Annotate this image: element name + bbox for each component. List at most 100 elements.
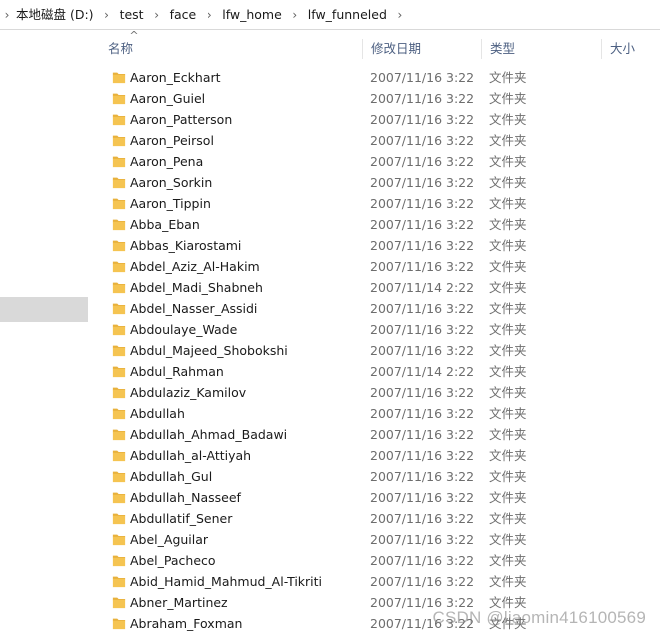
file-type: 文件夹 bbox=[489, 469, 527, 484]
file-type: 文件夹 bbox=[489, 133, 527, 148]
file-type: 文件夹 bbox=[489, 532, 527, 547]
file-row[interactable]: Abdullah_Nasseef 2007/11/16 3:22 文件夹 bbox=[100, 487, 660, 508]
file-name: Abdulaziz_Kamilov bbox=[130, 385, 247, 400]
watermark: CSDN @liaomin416100569 bbox=[432, 608, 646, 627]
file-type: 文件夹 bbox=[489, 448, 527, 463]
file-date-modified: 2007/11/16 3:22 bbox=[370, 217, 475, 232]
file-row[interactable]: Abdul_Majeed_Shobokshi 2007/11/16 3:22 文件夹 bbox=[100, 340, 660, 361]
file-row[interactable]: Abdullah_Gul 2007/11/16 3:22 文件夹 bbox=[100, 466, 660, 487]
file-row[interactable]: Aaron_Guiel 2007/11/16 3:22 文件夹 bbox=[100, 88, 660, 109]
breadcrumb-separator[interactable]: › bbox=[284, 0, 306, 30]
file-row[interactable]: Abdel_Nasser_Assidi 2007/11/16 3:22 文件夹 bbox=[100, 298, 660, 319]
file-name: Abdullah bbox=[130, 406, 185, 421]
file-row[interactable]: Abdel_Aziz_Al-Hakim 2007/11/16 3:22 文件夹 bbox=[100, 256, 660, 277]
breadcrumb-separator[interactable]: › bbox=[146, 0, 168, 30]
breadcrumb-separator[interactable]: › bbox=[198, 0, 220, 30]
breadcrumb-separator[interactable]: › bbox=[0, 0, 14, 30]
file-row[interactable]: Abdulaziz_Kamilov 2007/11/16 3:22 文件夹 bbox=[100, 382, 660, 403]
folder-icon bbox=[112, 324, 126, 336]
breadcrumb-item-test[interactable]: test bbox=[118, 0, 146, 30]
file-date-modified: 2007/11/14 2:22 bbox=[370, 280, 475, 295]
file-date-modified: 2007/11/16 3:22 bbox=[370, 301, 475, 316]
breadcrumb-item-lfw-funneled[interactable]: lfw_funneled bbox=[306, 0, 389, 30]
navigation-pane[interactable] bbox=[0, 31, 88, 636]
breadcrumb-separator[interactable]: › bbox=[96, 0, 118, 30]
column-header-type[interactable]: 类型 bbox=[482, 39, 602, 59]
folder-icon bbox=[112, 219, 126, 231]
file-date-modified: 2007/11/16 3:22 bbox=[370, 91, 475, 106]
file-row[interactable]: Abbas_Kiarostami 2007/11/16 3:22 文件夹 bbox=[100, 235, 660, 256]
file-type: 文件夹 bbox=[489, 427, 527, 442]
breadcrumb-item-face[interactable]: face bbox=[168, 0, 199, 30]
file-date-modified: 2007/11/16 3:22 bbox=[370, 448, 475, 463]
folder-icon bbox=[112, 135, 126, 147]
folder-icon bbox=[112, 450, 126, 462]
file-name: Abdel_Nasser_Assidi bbox=[130, 301, 258, 316]
file-type: 文件夹 bbox=[489, 364, 527, 379]
breadcrumb-item-drive-d[interactable]: 本地磁盘 (D:) bbox=[14, 0, 96, 30]
folder-icon bbox=[112, 555, 126, 567]
file-name: Abdul_Majeed_Shobokshi bbox=[130, 343, 288, 358]
file-row[interactable]: Abdul_Rahman 2007/11/14 2:22 文件夹 bbox=[100, 361, 660, 382]
file-type: 文件夹 bbox=[489, 343, 527, 358]
file-type: 文件夹 bbox=[489, 406, 527, 421]
folder-icon bbox=[112, 303, 126, 315]
file-type: 文件夹 bbox=[489, 259, 527, 274]
file-name: Abel_Pacheco bbox=[130, 553, 216, 568]
file-date-modified: 2007/11/16 3:22 bbox=[370, 322, 475, 337]
file-date-modified: 2007/11/16 3:22 bbox=[370, 238, 475, 253]
breadcrumb-separator[interactable]: › bbox=[389, 0, 411, 30]
file-type: 文件夹 bbox=[489, 238, 527, 253]
file-row[interactable]: Abid_Hamid_Mahmud_Al-Tikriti 2007/11/16 3… bbox=[100, 571, 660, 592]
file-name: Abraham_Foxman bbox=[130, 616, 243, 631]
file-row[interactable]: Abba_Eban 2007/11/16 3:22 文件夹 bbox=[100, 214, 660, 235]
file-type: 文件夹 bbox=[489, 91, 527, 106]
folder-icon bbox=[112, 492, 126, 504]
file-name: Aaron_Pena bbox=[130, 154, 204, 169]
column-header-date-modified[interactable]: 修改日期 bbox=[363, 39, 482, 59]
file-name: Abner_Martinez bbox=[130, 595, 228, 610]
file-date-modified: 2007/11/16 3:22 bbox=[370, 175, 475, 190]
file-row[interactable]: Abdoulaye_Wade 2007/11/16 3:22 文件夹 bbox=[100, 319, 660, 340]
file-row[interactable]: Abdullah 2007/11/16 3:22 文件夹 bbox=[100, 403, 660, 424]
file-list[interactable]: Aaron_Eckhart 2007/11/16 3:22 文件夹 Aaron_Gui… bbox=[100, 67, 660, 636]
file-date-modified: 2007/11/16 3:22 bbox=[370, 154, 475, 169]
file-row[interactable]: Abdel_Madi_Shabneh 2007/11/14 2:22 文件夹 bbox=[100, 277, 660, 298]
file-row[interactable]: Abdullah_Ahmad_Badawi 2007/11/16 3:22 文件夹 bbox=[100, 424, 660, 445]
file-date-modified: 2007/11/16 3:22 bbox=[370, 490, 475, 505]
folder-icon bbox=[112, 114, 126, 126]
file-name: Abdullah_Nasseef bbox=[130, 490, 241, 505]
file-row[interactable]: Abdullah_al-Attiyah 2007/11/16 3:22 文件夹 bbox=[100, 445, 660, 466]
file-row[interactable]: Aaron_Patterson 2007/11/16 3:22 文件夹 bbox=[100, 109, 660, 130]
file-name: Abba_Eban bbox=[130, 217, 200, 232]
file-date-modified: 2007/11/16 3:22 bbox=[370, 469, 475, 484]
file-name: Abdullah_Ahmad_Badawi bbox=[130, 427, 288, 442]
file-type: 文件夹 bbox=[489, 112, 527, 127]
file-type: 文件夹 bbox=[489, 196, 527, 211]
column-header-size[interactable]: 大小 bbox=[602, 39, 660, 59]
file-name: Abdullah_al-Attiyah bbox=[130, 448, 252, 463]
file-name: Aaron_Peirsol bbox=[130, 133, 214, 148]
folder-icon bbox=[112, 240, 126, 252]
folder-icon bbox=[112, 261, 126, 273]
file-row[interactable]: Aaron_Pena 2007/11/16 3:22 文件夹 bbox=[100, 151, 660, 172]
file-row[interactable]: Abel_Aguilar 2007/11/16 3:22 文件夹 bbox=[100, 529, 660, 550]
navigation-pane-selected-item[interactable] bbox=[0, 297, 88, 322]
file-date-modified: 2007/11/16 3:22 bbox=[370, 532, 475, 547]
address-bar[interactable]: › 本地磁盘 (D:) › test › face › lfw_home › l… bbox=[0, 0, 660, 30]
file-row[interactable]: Aaron_Sorkin 2007/11/16 3:22 文件夹 bbox=[100, 172, 660, 193]
column-headers: 名称 修改日期 类型 大小 bbox=[100, 31, 660, 64]
file-date-modified: 2007/11/14 2:22 bbox=[370, 364, 475, 379]
file-row[interactable]: Abel_Pacheco 2007/11/16 3:22 文件夹 bbox=[100, 550, 660, 571]
file-date-modified: 2007/11/16 3:22 bbox=[370, 196, 475, 211]
folder-icon bbox=[112, 408, 126, 420]
file-row[interactable]: Aaron_Peirsol 2007/11/16 3:22 文件夹 bbox=[100, 130, 660, 151]
file-name: Abid_Hamid_Mahmud_Al-Tikriti bbox=[130, 574, 323, 589]
breadcrumb-item-lfw-home[interactable]: lfw_home bbox=[220, 0, 284, 30]
file-row[interactable]: Aaron_Tippin 2007/11/16 3:22 文件夹 bbox=[100, 193, 660, 214]
folder-icon bbox=[112, 93, 126, 105]
file-row[interactable]: Aaron_Eckhart 2007/11/16 3:22 文件夹 bbox=[100, 67, 660, 88]
column-header-name[interactable]: 名称 bbox=[100, 39, 363, 59]
file-row[interactable]: Abdullatif_Sener 2007/11/16 3:22 文件夹 bbox=[100, 508, 660, 529]
folder-icon bbox=[112, 618, 126, 630]
